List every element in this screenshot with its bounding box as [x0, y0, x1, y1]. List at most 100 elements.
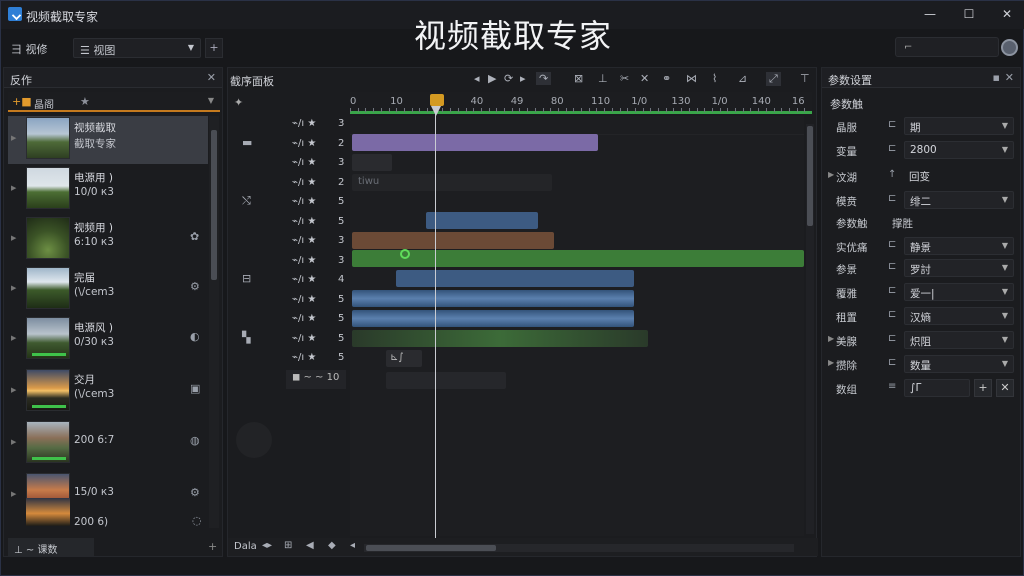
edit-menu[interactable]: 彐 视修: [11, 41, 48, 57]
media-filter-label[interactable]: 晶阁: [34, 96, 54, 111]
grid-icon[interactable]: ⊞: [284, 540, 292, 551]
expand-icon[interactable]: ▶: [828, 334, 834, 343]
expand-icon[interactable]: ▶: [11, 284, 16, 292]
track-controls[interactable]: ⌁/ı ★: [292, 196, 316, 207]
keyframe-icon[interactable]: [400, 249, 410, 259]
view-select[interactable]: ☰ 视图 ▼: [73, 38, 201, 58]
magnet-icon[interactable]: ⌇: [712, 72, 717, 85]
track-header[interactable]: ▚ ⌁/ı ★ 5: [232, 331, 346, 350]
property-select[interactable]: 数量 ▼: [904, 355, 1014, 373]
palette-icon[interactable]: ◍: [190, 434, 200, 447]
settings-icon[interactable]: ⚙: [190, 280, 200, 293]
play-icon[interactable]: ▶: [488, 72, 496, 85]
track-controls[interactable]: ⌁/ı ★: [292, 177, 316, 188]
folder-icon[interactable]: ▚: [242, 331, 250, 344]
gear-icon[interactable]: ✿: [190, 230, 199, 243]
track-controls[interactable]: ⌁/ı ★: [292, 118, 316, 129]
expand-icon[interactable]: ▶: [11, 234, 16, 242]
list-item[interactable]: ▶ 电源风 ) 0/30 к3 ◐: [8, 316, 208, 364]
list-item[interactable]: ▶ 视频用 ) 6:10 к3 ✿: [8, 216, 208, 264]
audio-icon[interactable]: ◂▸: [262, 540, 272, 551]
track-header[interactable]: ⌁/ı ★ 3: [232, 233, 346, 252]
expand-icon[interactable]: ▶: [828, 358, 834, 367]
folder-icon[interactable]: ⤭: [242, 194, 251, 208]
text-clip[interactable]: tiwu: [352, 174, 552, 191]
redo-icon[interactable]: ↷: [536, 72, 552, 85]
close-icon[interactable]: ✕: [1005, 71, 1014, 84]
chevron-down-icon[interactable]: ▼: [208, 96, 214, 105]
track-controls[interactable]: ⌁/ı ★: [292, 274, 316, 285]
track-header[interactable]: ⌁/ı ★ 2: [232, 175, 346, 194]
track-header[interactable]: ⌁/ı ★ 5: [232, 214, 346, 233]
property-select[interactable]: 期 ▼: [904, 117, 1014, 135]
export-icon[interactable]: ⊿: [738, 72, 747, 85]
star-icon[interactable]: ★: [80, 95, 90, 108]
track-header[interactable]: ▬ ⌁/ı ★ 2: [232, 136, 346, 155]
list-item[interactable]: ▶ 视频截取 截取专家: [8, 116, 208, 164]
expand-icon[interactable]: ▶: [11, 184, 16, 192]
split-icon[interactable]: ⊥: [598, 72, 608, 85]
snap-icon[interactable]: ⋈: [686, 72, 697, 85]
volume-icon[interactable]: ◀: [306, 540, 314, 551]
loop-icon[interactable]: ⟳: [504, 72, 513, 85]
media-scrollbar[interactable]: [209, 116, 219, 528]
empty-clip[interactable]: [386, 372, 506, 389]
options-icon[interactable]: ◌: [192, 514, 202, 527]
track-header[interactable]: ⌁/ı ★ 5: [232, 311, 346, 330]
track-header[interactable]: ⌁/ı ★ 5: [232, 350, 346, 369]
folder-icon[interactable]: ▬: [242, 136, 252, 149]
transition-icon[interactable]: ⊾∫: [386, 350, 422, 367]
track-header[interactable]: ⌁/ı ★ 3: [232, 116, 346, 135]
track-controls[interactable]: ⌁/ı ★: [292, 216, 316, 227]
track-header[interactable]: ⌁/ı ★ 3: [232, 253, 346, 272]
scroll-left-icon[interactable]: ◂: [350, 540, 355, 551]
remove-button[interactable]: ✕: [996, 379, 1014, 397]
property-select[interactable]: 静景 ▼: [904, 237, 1014, 255]
media-footer[interactable]: ⊥ ~ 课数: [8, 538, 94, 556]
fullscreen-icon[interactable]: ⤢: [766, 72, 781, 86]
property-select[interactable]: 罗討 ▼: [904, 259, 1014, 277]
add-button[interactable]: +: [205, 38, 223, 58]
add-media-icon[interactable]: +■: [12, 95, 32, 108]
expand-icon[interactable]: ▶: [828, 170, 834, 179]
audio-waveform[interactable]: [352, 310, 634, 327]
prev-frame-icon[interactable]: ◂: [474, 72, 480, 85]
add-button[interactable]: +: [974, 379, 992, 397]
plus-icon[interactable]: +: [208, 540, 217, 553]
search-input[interactable]: ⌐: [895, 37, 999, 57]
folder-icon[interactable]: ⊟: [242, 272, 251, 285]
track-controls[interactable]: ⌁/ı ★: [292, 333, 316, 344]
playhead[interactable]: [435, 106, 436, 540]
track-header[interactable]: ⤭ ⌁/ı ★ 5: [232, 194, 346, 213]
gear-icon[interactable]: ⚙: [190, 486, 200, 499]
timeline-vscrollbar[interactable]: [806, 124, 814, 534]
expand-icon[interactable]: ▶: [11, 334, 16, 342]
video-clip[interactable]: [352, 232, 554, 249]
marker-icon[interactable]: ⊤: [800, 72, 810, 85]
property-select[interactable]: 回变: [904, 167, 1014, 185]
next-frame-icon[interactable]: ▸: [520, 72, 526, 85]
link-icon[interactable]: ⚭: [662, 72, 671, 85]
list-item[interactable]: ▶ 电源用 ) 10/0 к3: [8, 166, 208, 214]
trash-icon[interactable]: ▣: [190, 382, 200, 395]
scroll-thumb[interactable]: [211, 130, 217, 280]
scroll-thumb[interactable]: [366, 545, 496, 551]
track-header[interactable]: ⊟ ⌁/ı ★ 4: [232, 272, 346, 291]
track-controls[interactable]: ⌁/ı ★: [292, 352, 316, 363]
track-controls[interactable]: ⌁/ı ★: [292, 255, 316, 266]
property-select[interactable]: 爱一| ▼: [904, 283, 1014, 301]
track-header[interactable]: ◼ ~ ~ 10: [286, 369, 346, 389]
track-header[interactable]: ⌁/ı ★ 5: [232, 292, 346, 311]
close-icon[interactable]: ✕: [207, 71, 216, 84]
timeline-hscrollbar[interactable]: [364, 544, 794, 552]
timer-icon[interactable]: ◐: [190, 330, 200, 343]
expand-icon[interactable]: ▶: [11, 490, 16, 498]
audio-waveform[interactable]: [352, 290, 634, 307]
expand-icon[interactable]: ▶: [11, 386, 16, 394]
crop-icon[interactable]: ⊠: [574, 72, 583, 85]
list-item[interactable]: ▶ 完届 (\/cem3 ⚙: [8, 266, 208, 314]
video-clip[interactable]: [352, 154, 392, 171]
expand-icon[interactable]: ▶: [11, 438, 16, 446]
add-track-icon[interactable]: ✦: [234, 96, 243, 109]
track-controls[interactable]: ⌁/ı ★: [292, 157, 316, 168]
